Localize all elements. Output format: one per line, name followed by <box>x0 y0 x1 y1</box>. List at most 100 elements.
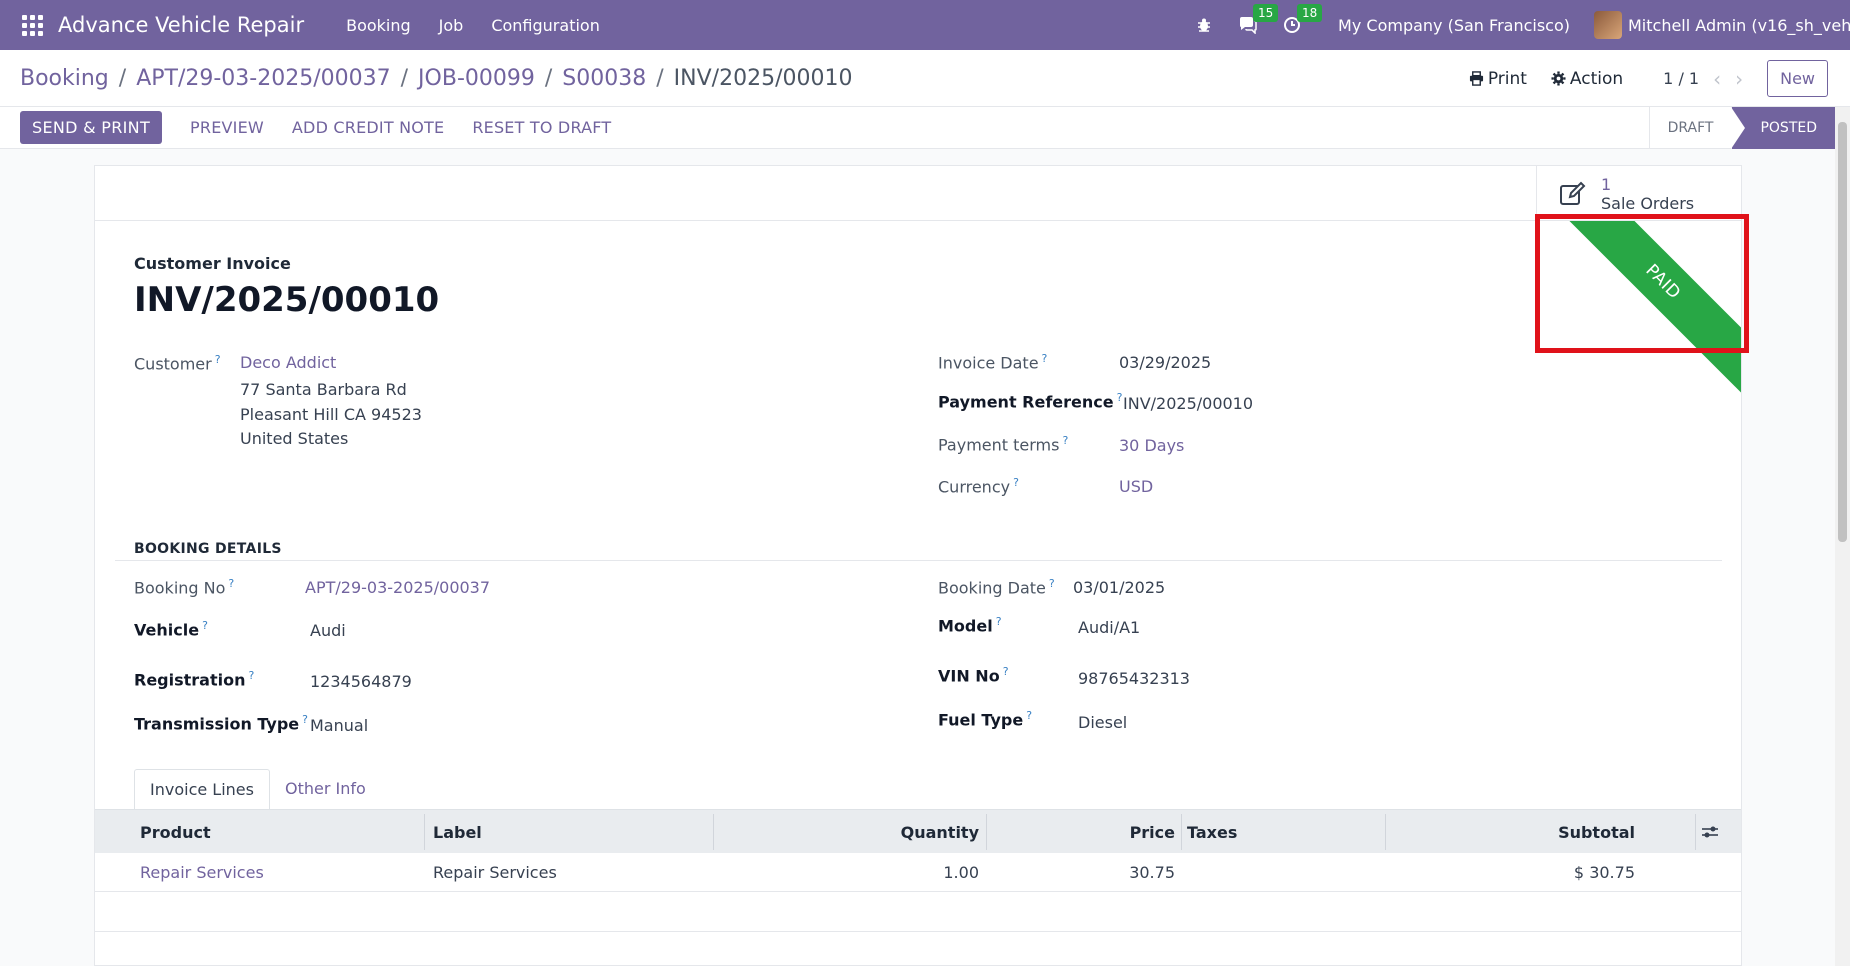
status-step-posted[interactable]: POSTED <box>1731 107 1835 149</box>
section-divider <box>115 560 1722 561</box>
transmission-label: Transmission Type? <box>134 713 308 734</box>
registration-value[interactable]: 1234564879 <box>310 672 412 691</box>
lines-table-header: Product Label Quantity Price Taxes Subto… <box>95 809 1741 854</box>
invoice-date-label: Invoice Date? <box>938 352 1048 373</box>
empty-table-row[interactable] <box>95 892 1741 932</box>
paid-ribbon-label: PAID <box>1561 221 1741 398</box>
breadcrumb-separator: / <box>544 65 553 91</box>
company-switcher[interactable]: My Company (San Francisco) <box>1338 16 1570 35</box>
model-value[interactable]: Audi/A1 <box>1078 618 1140 637</box>
menu-configuration[interactable]: Configuration <box>491 16 600 35</box>
breadcrumb-separator: / <box>656 65 664 91</box>
printer-icon <box>1469 71 1483 86</box>
booking-details-heading: BOOKING DETAILS <box>134 541 282 557</box>
preview-button[interactable]: PREVIEW <box>190 118 264 137</box>
activity-badge: 18 <box>1297 4 1323 22</box>
fuel-type-value[interactable]: Diesel <box>1078 713 1127 732</box>
line-product[interactable]: Repair Services <box>136 853 268 892</box>
user-name: Mitchell Admin (v16_sh_vehicles_repai... <box>1628 15 1850 35</box>
avatar <box>1594 11 1622 39</box>
vin-label: VIN No? <box>938 665 1009 686</box>
payment-terms-label: Payment terms? <box>938 434 1069 455</box>
pager-next-icon[interactable]: › <box>1735 67 1743 91</box>
vehicle-label: Vehicle? <box>134 619 208 640</box>
tab-invoice-lines[interactable]: Invoice Lines <box>134 769 270 810</box>
currency-link[interactable]: USD <box>1119 477 1153 496</box>
sale-orders-count: 1 <box>1601 174 1612 194</box>
top-navbar: Advance Vehicle Repair Booking Job Confi… <box>0 0 1850 50</box>
gear-icon <box>1551 71 1566 86</box>
currency-label: Currency? <box>938 476 1019 497</box>
vehicle-value[interactable]: Audi <box>310 621 346 640</box>
breadcrumb-booking[interactable]: Booking <box>20 66 109 91</box>
notebook-tabs: Invoice Lines Other Info <box>134 769 381 810</box>
column-product[interactable]: Product <box>136 810 376 854</box>
action-button[interactable]: Action <box>1551 69 1623 89</box>
print-label: Print <box>1487 68 1527 89</box>
invoice-date-value[interactable]: 03/29/2025 <box>1119 353 1211 372</box>
customer-address-line1: 77 Santa Barbara Rd <box>240 380 407 399</box>
edit-document-icon <box>1560 181 1586 205</box>
menu-job[interactable]: Job <box>439 16 464 35</box>
breadcrumb-separator: / <box>400 65 409 91</box>
column-label[interactable]: Label <box>429 810 669 854</box>
transmission-value[interactable]: Manual <box>310 716 368 735</box>
table-row[interactable]: Repair Services Repair Services 1.00 30.… <box>95 853 1741 892</box>
app-brand[interactable]: Advance Vehicle Repair <box>58 13 304 37</box>
menu-booking[interactable]: Booking <box>346 16 411 35</box>
line-price[interactable]: 30.75 <box>988 853 1179 892</box>
status-step-draft[interactable]: DRAFT <box>1648 107 1732 149</box>
customer-name-link[interactable]: Deco Addict <box>240 353 336 372</box>
page-scrollbar[interactable] <box>1835 107 1850 966</box>
smart-button-box: 1 Sale Orders <box>95 166 1741 221</box>
column-taxes[interactable]: Taxes <box>1183 810 1293 854</box>
payment-terms-link[interactable]: 30 Days <box>1119 436 1184 455</box>
line-label[interactable]: Repair Services <box>429 853 561 892</box>
breadcrumb-sale-order[interactable]: S00038 <box>562 66 646 91</box>
status-bar: SEND & PRINT PREVIEW ADD CREDIT NOTE RES… <box>0 107 1835 149</box>
new-button[interactable]: New <box>1767 60 1828 97</box>
tab-other-info[interactable]: Other Info <box>270 769 381 810</box>
fuel-type-label: Fuel Type? <box>938 709 1033 730</box>
booking-no-link[interactable]: APT/29-03-2025/00037 <box>305 578 490 597</box>
sale-orders-label: Sale Orders <box>1601 193 1695 213</box>
booking-no-label: Booking No? <box>134 577 235 598</box>
line-taxes[interactable] <box>1183 853 1191 892</box>
customer-label: Customer? <box>134 353 221 374</box>
breadcrumb: Booking / APT/29-03-2025/00037 / JOB-000… <box>20 66 852 91</box>
action-label: Action <box>1569 68 1624 89</box>
column-price[interactable]: Price <box>988 810 1179 854</box>
control-panel: Booking / APT/29-03-2025/00037 / JOB-000… <box>0 50 1850 107</box>
breadcrumb-current: INV/2025/00010 <box>673 65 853 91</box>
payment-reference-label: Payment Reference? <box>938 391 1123 412</box>
debug-bug-icon[interactable] <box>1191 12 1217 38</box>
breadcrumb-appointment[interactable]: APT/29-03-2025/00037 <box>136 66 390 91</box>
pager-value[interactable]: 1 / 1 <box>1663 69 1699 88</box>
document-type: Customer Invoice <box>134 254 291 273</box>
breadcrumb-separator: / <box>118 65 127 91</box>
send-print-button[interactable]: SEND & PRINT <box>20 111 163 144</box>
scrollbar-thumb[interactable] <box>1838 122 1847 542</box>
column-subtotal[interactable]: Subtotal <box>1387 810 1639 854</box>
booking-date-value[interactable]: 03/01/2025 <box>1073 578 1165 597</box>
booking-date-label: Booking Date? <box>938 577 1055 598</box>
column-quantity[interactable]: Quantity <box>715 810 983 854</box>
sale-orders-smart-button[interactable]: 1 Sale Orders <box>1536 166 1741 221</box>
activity-clock-icon[interactable]: 18 <box>1279 4 1323 38</box>
reset-to-draft-button[interactable]: RESET TO DRAFT <box>472 118 611 137</box>
apps-menu-icon[interactable] <box>20 13 44 37</box>
customer-address-line3: United States <box>240 429 349 448</box>
status-steps: DRAFT POSTED <box>1648 107 1835 149</box>
payment-reference-value[interactable]: INV/2025/00010 <box>1123 394 1253 413</box>
pager-previous-icon[interactable]: ‹ <box>1713 67 1721 91</box>
user-menu[interactable]: Mitchell Admin (v16_sh_vehicles_repai... <box>1594 11 1850 39</box>
customer-address-line2: Pleasant Hill CA 94523 <box>240 405 422 424</box>
optional-columns-toggle-icon[interactable] <box>1697 810 1737 854</box>
chat-icon[interactable]: 15 <box>1235 4 1279 38</box>
vin-value[interactable]: 98765432313 <box>1078 669 1190 688</box>
line-quantity[interactable]: 1.00 <box>715 853 983 892</box>
add-credit-note-button[interactable]: ADD CREDIT NOTE <box>292 118 444 137</box>
breadcrumb-job[interactable]: JOB-00099 <box>418 66 535 91</box>
print-button[interactable]: Print <box>1469 69 1527 89</box>
chat-badge: 15 <box>1253 4 1279 22</box>
